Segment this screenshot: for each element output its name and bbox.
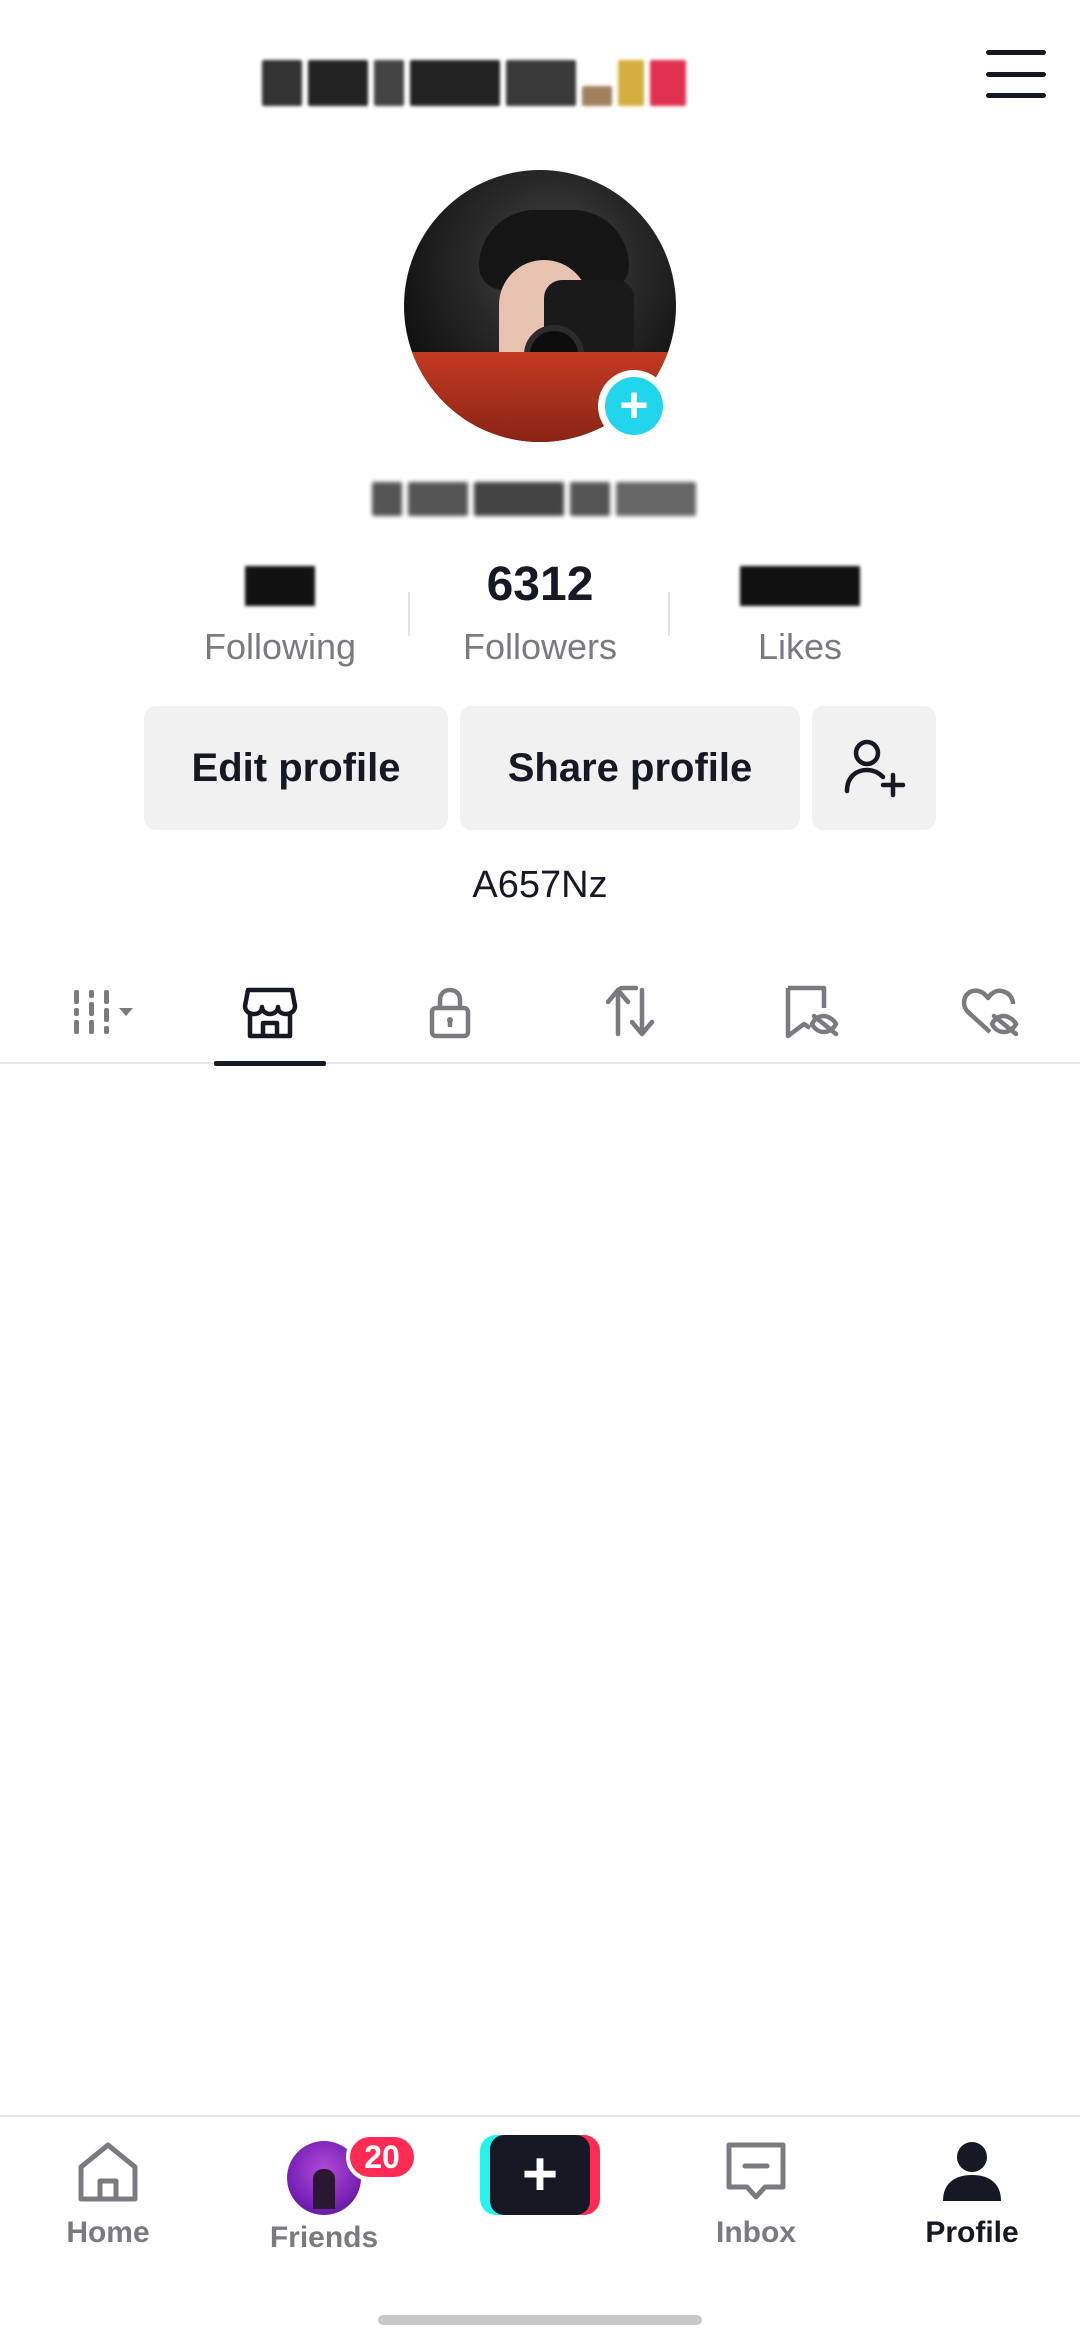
stat-divider xyxy=(408,592,410,636)
lock-icon xyxy=(429,987,471,1039)
following-label: Following xyxy=(203,626,357,667)
profile-avatar-container: + xyxy=(404,170,676,442)
share-profile-button[interactable]: Share profile xyxy=(460,706,800,830)
tab-private[interactable] xyxy=(390,960,510,1064)
likes-label: Likes xyxy=(757,626,843,667)
followers-label: Followers xyxy=(462,626,618,667)
nav-friends-label: Friends xyxy=(269,2221,379,2254)
nav-inbox[interactable]: Inbox xyxy=(676,2139,836,2250)
nav-inbox-label: Inbox xyxy=(716,2216,796,2249)
create-button[interactable]: + xyxy=(480,2135,600,2215)
bottom-navigation: Home 20 Friends + Inbox Profile xyxy=(0,2115,1080,2340)
home-icon xyxy=(78,2142,138,2202)
tab-favorites[interactable] xyxy=(750,960,870,1064)
nav-home[interactable]: Home xyxy=(28,2139,188,2250)
inbox-icon xyxy=(726,2142,786,2200)
display-name-redacted xyxy=(372,478,708,520)
username-redacted[interactable] xyxy=(262,48,822,118)
plus-icon: + xyxy=(605,377,663,435)
hamburger-menu-icon[interactable] xyxy=(986,50,1046,98)
add-friend-button[interactable] xyxy=(812,706,936,830)
profile-bio: A657Nz xyxy=(472,864,608,906)
tab-videos[interactable] xyxy=(38,960,158,1064)
tab-reposts[interactable] xyxy=(570,960,690,1064)
friends-notification-badge: 20 xyxy=(346,2133,418,2181)
repost-icon xyxy=(605,985,655,1037)
shop-icon xyxy=(242,987,298,1039)
likes-count-redacted xyxy=(740,566,860,606)
following-stat[interactable]: Following xyxy=(170,556,390,668)
tab-liked[interactable] xyxy=(930,960,1050,1064)
home-indicator xyxy=(378,2315,702,2325)
following-count-redacted xyxy=(245,566,315,606)
profile-stats: Following 6312 Followers Likes xyxy=(0,556,1080,676)
favorites-hidden-icon xyxy=(785,985,839,1039)
edit-profile-button[interactable]: Edit profile xyxy=(144,706,448,830)
nav-home-label: Home xyxy=(66,2216,150,2249)
grid-videos-icon xyxy=(74,990,133,1034)
add-person-icon xyxy=(844,739,906,798)
stat-divider xyxy=(668,592,670,636)
likes-stat[interactable]: Likes xyxy=(690,556,910,668)
add-avatar-button[interactable]: + xyxy=(598,370,670,442)
nav-profile[interactable]: Profile xyxy=(892,2139,1052,2250)
nav-profile-label: Profile xyxy=(925,2216,1019,2249)
followers-stat[interactable]: 6312 Followers xyxy=(430,556,650,668)
liked-hidden-icon xyxy=(961,988,1019,1037)
nav-friends[interactable]: 20 Friends xyxy=(244,2133,418,2255)
person-icon xyxy=(943,2142,1001,2201)
top-bar xyxy=(0,0,1080,150)
profile-content-tabs xyxy=(0,960,1080,1066)
tab-shop[interactable] xyxy=(210,960,330,1066)
plus-icon: + xyxy=(490,2135,590,2215)
followers-count: 6312 xyxy=(486,558,594,611)
